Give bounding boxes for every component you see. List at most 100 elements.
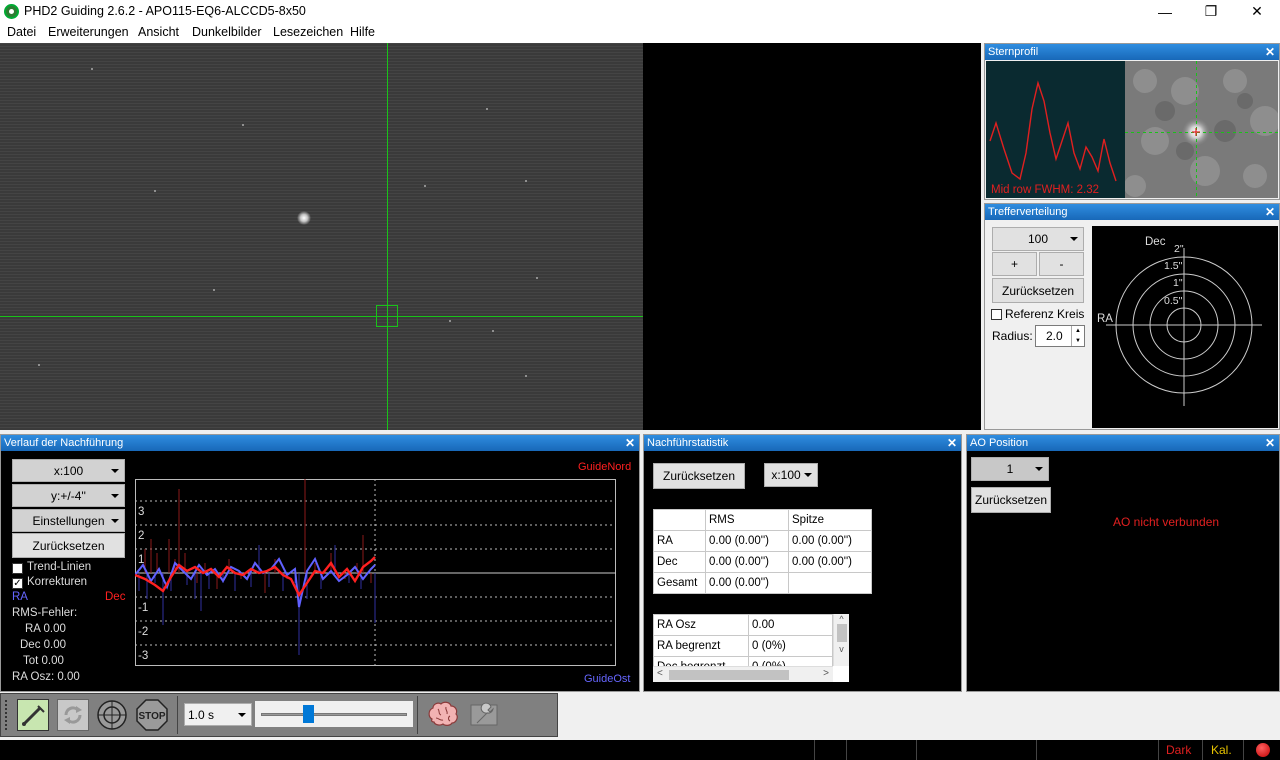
app-icon [4,4,19,19]
table-header-cell: RMS [705,509,789,531]
y-tick-neg2: -2 [138,626,149,638]
chevron-down-icon [111,468,119,473]
vertical-scrollbar[interactable]: ^ v [833,614,849,666]
guide-east-label: GuideOst [584,673,631,685]
menu-view[interactable]: Ansicht [138,25,179,39]
ao-close-icon[interactable]: ✕ [1265,435,1275,451]
ao-title: AO Position [970,437,1029,449]
trend-lines-checkbox[interactable] [12,563,23,574]
menu-darks[interactable]: Dunkelbilder [192,25,261,39]
menu-help[interactable]: Hilfe [350,25,375,39]
table-cell [788,572,872,594]
star-profile-header: Sternprofil ✕ [985,44,1279,60]
corrections-checkbox[interactable]: ✓ [12,578,23,589]
target-reset-button[interactable]: Zurücksetzen [992,278,1084,303]
zoom-in-button[interactable]: + [992,252,1037,276]
minimize-button[interactable]: — [1142,0,1188,23]
y-tick-3: 3 [138,506,145,518]
guide-button[interactable] [96,699,128,731]
gamma-slider[interactable] [255,701,413,727]
ao-status: AO nicht verbunden [1113,515,1220,529]
reference-circle-checkbox[interactable] [991,309,1002,320]
ra-axis-label: RA [1097,313,1113,325]
table-cell: 0.00 (0.00'') [705,530,789,552]
loop-button[interactable] [57,699,89,731]
target-panel: Trefferverteilung ✕ 100 + - Zurücksetzen … [984,203,1280,430]
fwhm-label: Mid row FWHM: 2.32 [991,184,1099,196]
stats-header: Nachführstatistik ✕ [644,435,961,451]
rms-tot: Tot 0.00 [23,655,64,667]
star-profile-title: Sternprofil [988,46,1039,58]
radius-spinner[interactable]: ▲ ▼ [1071,326,1084,346]
target-title: Trefferverteilung [988,206,1068,218]
exposure-dropdown[interactable]: 1.0 s [184,703,252,726]
menu-file[interactable]: Datei [7,25,36,39]
status-led-icon [1256,743,1270,757]
table-cell: 0.00 (0.00'') [705,572,789,594]
tools-button[interactable] [467,699,501,731]
radius-input[interactable]: 2.0 ▲ ▼ [1035,325,1085,347]
y-scale-value: y:+/-4'' [51,488,86,503]
crosshair-icon [97,700,127,730]
ao-body: 1 Zurücksetzen AO nicht verbunden [967,451,1279,691]
stats-scale-dropdown[interactable]: x:100 [764,463,818,487]
wrench-icon [470,702,498,726]
target-scale-dropdown[interactable]: 100 [992,227,1084,251]
guide-star [297,211,311,225]
ao-position-panel: AO Position ✕ 1 Zurücksetzen AO nicht ver… [966,434,1280,692]
chevron-down-icon [111,493,119,498]
table-row: Dec 0.00 (0.00'') 0.00 (0.00'') [653,551,872,573]
toolbar-grip[interactable] [5,700,11,730]
camera-view[interactable] [0,43,643,430]
gamma-slider-thumb[interactable] [303,705,314,723]
table-cell: Gesamt [653,572,706,594]
brain-icon [428,701,458,726]
ring-label-1-5: 1.5" [1164,260,1183,272]
table-cell: RA begrenzt [653,635,749,657]
target-close-icon[interactable]: ✕ [1265,204,1275,220]
rms-dec: Dec 0.00 [20,639,67,651]
history-settings-dropdown[interactable]: Einstellungen [12,509,125,532]
svg-text:STOP: STOP [138,711,165,722]
calibration-status: Kal. [1211,743,1232,757]
zoom-out-button[interactable]: - [1039,252,1084,276]
stats-close-icon[interactable]: ✕ [947,435,957,451]
close-button[interactable]: ✕ [1234,0,1280,23]
connect-gear-button[interactable] [17,699,49,731]
table-row: RA begrenzt 0 (0%) [653,635,833,657]
history-graph [135,479,616,666]
maximize-button[interactable]: ❐ [1188,0,1234,23]
menu-bookmarks[interactable]: Lesezeichen [273,25,343,39]
stop-icon: STOP [136,699,168,731]
ao-scale-dropdown[interactable]: 1 [971,457,1049,481]
stats-table-2-container[interactable]: RA Osz0.00 RA begrenzt0 (0%) Dec begrenz… [653,614,849,682]
menu-bar: Datei Erweiterungen Ansicht Dunkelbilder… [0,23,1280,43]
stats-table: RMS Spitze RA 0.00 (0.00'') 0.00 (0.00'') … [653,509,872,594]
chevron-down-icon [111,518,119,523]
camera-background [643,43,981,430]
history-reset-button[interactable]: Zurücksetzen [12,533,125,558]
x-scale-dropdown[interactable]: x:100 [12,459,125,482]
y-scale-dropdown[interactable]: y:+/-4'' [12,484,125,507]
stats-reset-button[interactable]: Zurücksetzen [653,463,745,489]
history-close-icon[interactable]: ✕ [625,435,635,451]
chevron-down-icon [1035,467,1043,471]
star-profile-close-icon[interactable]: ✕ [1265,44,1275,60]
stats-scale-value: x:100 [771,468,801,482]
history-header: Verlauf der Nachführung ✕ [1,435,639,451]
table-header-row: RMS Spitze [653,509,872,531]
settings-label: Einstellungen [32,513,105,528]
star-profile-graph: Mid row FWHM: 2.32 [986,61,1125,198]
brain-button[interactable] [426,699,460,731]
stop-button[interactable]: STOP [136,699,168,731]
exposure-value: 1.0 s [188,707,215,722]
ao-scale-value: 1 [1006,462,1014,476]
star-profile-panel: Sternprofil ✕ Mid row FWHM: 2.32 [984,43,1280,200]
horizontal-scrollbar[interactable]: < > [653,666,833,682]
ao-reset-button[interactable]: Zurücksetzen [971,487,1051,513]
table-row: RA Osz 0.00 [653,614,833,636]
menu-tools[interactable]: Erweiterungen [48,25,129,39]
table-cell: 0.00 (0.00'') [788,551,872,573]
ra-legend: RA [12,591,28,603]
dark-status: Dark [1166,743,1192,757]
